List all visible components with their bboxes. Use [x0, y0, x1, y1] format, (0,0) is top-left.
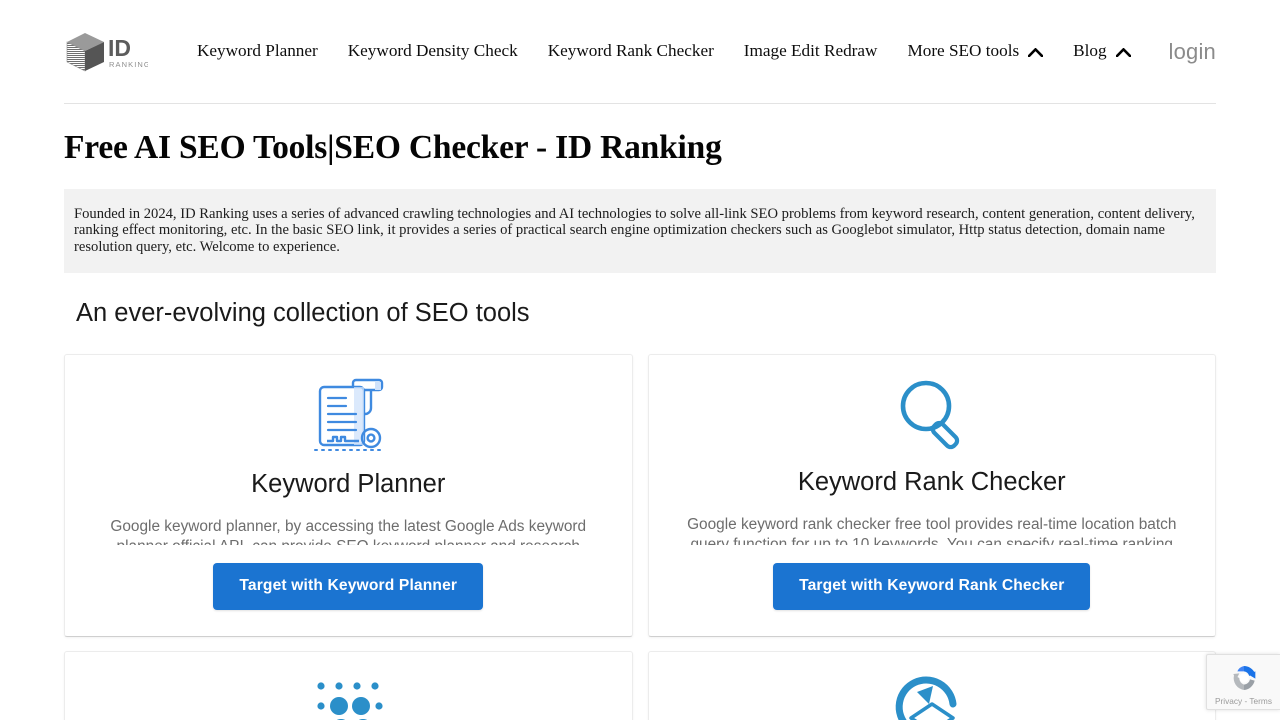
magnifier-icon	[665, 375, 1200, 453]
nav-item-more-seo-tools[interactable]: More SEO tools	[892, 35, 1058, 68]
tool-card-keyword-density[interactable]	[64, 650, 633, 720]
tool-card-keyword-rank-checker[interactable]: Keyword Rank Checker Google keyword rank…	[647, 353, 1216, 637]
tool-card-description: Google keyword rank checker free tool pr…	[687, 515, 1177, 546]
nav-item-image-edit-redraw[interactable]: Image Edit Redraw	[729, 35, 893, 68]
target-with-keyword-rank-checker-button[interactable]: Target with Keyword Rank Checker	[773, 563, 1091, 610]
tools-grid: Keyword Planner Google keyword planner, …	[64, 353, 1216, 720]
dot-grid-icon	[81, 672, 616, 720]
nav-label: Blog	[1073, 41, 1107, 61]
nav-label: Image Edit Redraw	[743, 41, 878, 61]
tool-card-action-wrap: Target with Keyword Rank Checker	[773, 545, 1091, 610]
page-root: ID RANKING Keyword Planner Keyword Densi…	[0, 0, 1280, 720]
section-title: An ever-evolving collection of SEO tools	[76, 298, 530, 327]
chevron-up-icon	[1028, 47, 1044, 57]
tool-card-description: Google keyword planner, by accessing the…	[110, 517, 587, 546]
site-header: ID RANKING Keyword Planner Keyword Densi…	[64, 0, 1216, 104]
nav-item-keyword-rank-checker[interactable]: Keyword Rank Checker	[533, 35, 729, 68]
main-nav: Keyword Planner Keyword Density Check Ke…	[182, 35, 1149, 68]
tool-card-title: Keyword Planner	[251, 469, 446, 498]
recaptcha-badge[interactable]: Privacy - Terms	[1206, 654, 1280, 710]
svg-text:RANKING: RANKING	[109, 60, 148, 69]
page-title: Free AI SEO Tools|SEO Checker - ID Ranki…	[64, 129, 722, 166]
recaptcha-icon	[1232, 665, 1255, 690]
nav-item-keyword-planner[interactable]: Keyword Planner	[182, 35, 333, 68]
nav-item-keyword-density-check[interactable]: Keyword Density Check	[333, 35, 533, 68]
site-logo[interactable]: ID RANKING	[64, 31, 148, 75]
tool-card-action-wrap: Target with Keyword Planner	[213, 545, 484, 610]
box-refresh-icon	[665, 672, 1200, 720]
nav-item-blog[interactable]: Blog	[1058, 35, 1145, 68]
cube-logo-icon: ID RANKING	[66, 32, 148, 71]
intro-text: Founded in 2024, ID Ranking uses a serie…	[74, 206, 1195, 255]
target-with-keyword-planner-button[interactable]: Target with Keyword Planner	[213, 563, 484, 610]
nav-label: Keyword Rank Checker	[547, 41, 714, 61]
intro-box: Founded in 2024, ID Ranking uses a serie…	[64, 189, 1216, 273]
document-key-icon	[81, 375, 616, 455]
tool-card-image-edit-redraw[interactable]	[647, 650, 1216, 720]
nav-label: Keyword Planner	[197, 41, 318, 61]
login-link[interactable]: login	[1149, 39, 1216, 65]
chevron-up-icon	[1115, 47, 1131, 57]
nav-label: More SEO tools	[907, 41, 1020, 61]
tool-card-keyword-planner[interactable]: Keyword Planner Google keyword planner, …	[64, 353, 633, 637]
recaptcha-label: Privacy - Terms	[1214, 695, 1272, 706]
tool-card-title: Keyword Rank Checker	[797, 467, 1066, 496]
svg-text:ID: ID	[108, 35, 131, 61]
nav-label: Keyword Density Check	[347, 41, 518, 61]
